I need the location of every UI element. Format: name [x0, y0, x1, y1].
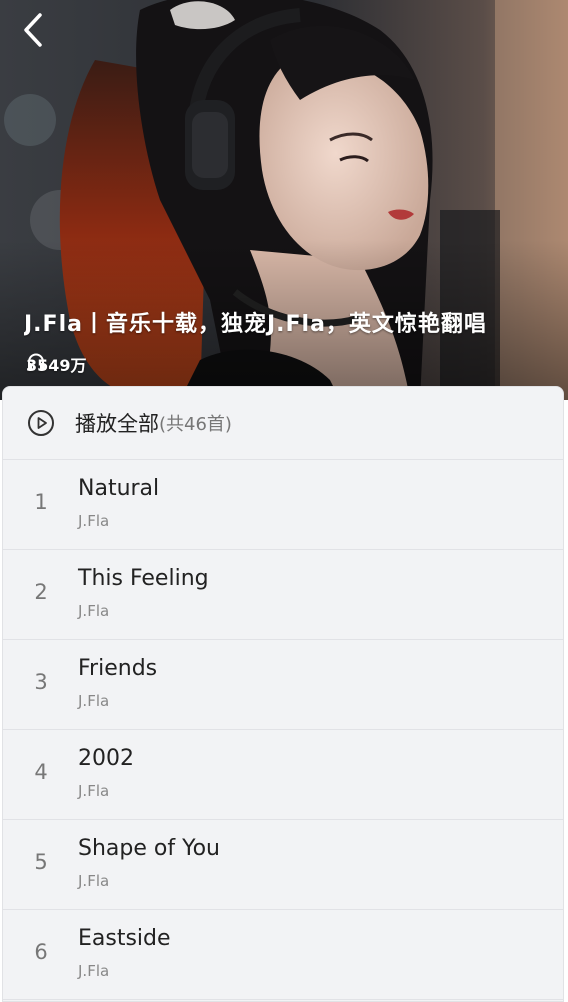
- chevron-left-icon: [24, 13, 42, 47]
- track-name: Shape of You: [78, 836, 221, 861]
- track-name: Friends: [78, 656, 158, 681]
- playlist-title: J.Fla丨音乐十载，独宠J.Fla，英文惊艳翻唱: [24, 312, 487, 337]
- playlist-cover: J.Fla丨音乐十载，独宠J.Fla，英文惊艳翻唱 3549万: [0, 0, 568, 400]
- track-index: 4: [34, 760, 48, 784]
- track-artist: J.Fla: [78, 782, 110, 800]
- track-artist: J.Fla: [78, 512, 110, 530]
- track-artist: J.Fla: [78, 602, 110, 620]
- cover-image: [0, 0, 568, 400]
- track-index: 2: [34, 580, 48, 604]
- track-artist: J.Fla: [78, 962, 110, 980]
- track-name: 2002: [78, 746, 134, 771]
- track-row[interactable]: 4 2002 J.Fla: [3, 730, 563, 820]
- back-button[interactable]: [22, 12, 62, 56]
- play-all-label: 播放全部: [75, 412, 159, 436]
- track-list-panel: 播放全部 (共46首) 1 Natural J.Fla 2 This Feeli…: [2, 386, 564, 1002]
- track-artist: J.Fla: [78, 692, 110, 710]
- headphone-icon: [28, 353, 44, 370]
- track-name: This Feeling: [78, 566, 209, 591]
- track-row[interactable]: 5 Shape of You J.Fla: [3, 820, 563, 910]
- play-count: 3549万: [26, 352, 87, 376]
- playlist-page: J.Fla丨音乐十载，独宠J.Fla，英文惊艳翻唱 3549万 播放全部 (共4…: [0, 0, 568, 1002]
- play-all-count: (共46首): [159, 414, 232, 435]
- play-all-button[interactable]: 播放全部 (共46首): [3, 387, 563, 460]
- track-index: 1: [34, 490, 48, 514]
- track-row[interactable]: 6 Eastside J.Fla: [3, 910, 563, 1000]
- track-artist: J.Fla: [78, 872, 110, 890]
- play-circle-icon: [28, 410, 54, 436]
- track-index: 6: [34, 940, 48, 964]
- track-name: Natural: [78, 476, 160, 501]
- track-row[interactable]: 1 Natural J.Fla: [3, 460, 563, 550]
- track-name: Eastside: [78, 926, 171, 951]
- track-row[interactable]: 2 This Feeling J.Fla: [3, 550, 563, 640]
- track-index: 3: [34, 670, 48, 694]
- track-row[interactable]: 3 Friends J.Fla: [3, 640, 563, 730]
- track-index: 5: [34, 850, 48, 874]
